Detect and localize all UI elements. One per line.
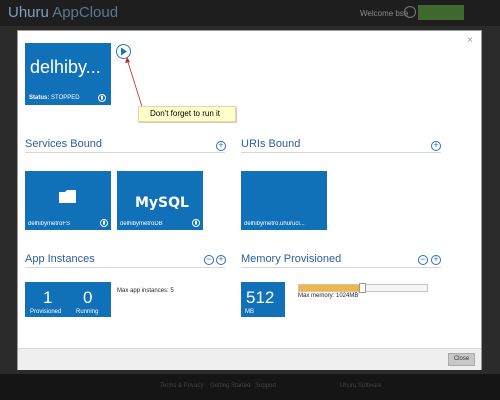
memory-tile: 512 MB	[241, 282, 285, 317]
app-footer: Terms & Privacy Getting Started Support …	[0, 374, 500, 400]
provisioned-label: Provisioned	[30, 309, 62, 315]
footer-link[interactable]: Terms & Privacy	[160, 383, 203, 389]
add-instance-button[interactable]: +	[216, 255, 226, 265]
provisioned-count: 1	[43, 288, 53, 307]
footer-link[interactable]: Uhuru Software	[340, 383, 382, 389]
services-title: Services Bound	[25, 138, 103, 150]
status-label: Status:	[29, 95, 50, 101]
service-label: delhibymetroDB	[120, 221, 163, 227]
delete-app-icon[interactable]: ▮	[98, 94, 106, 102]
add-service-button[interactable]: +	[216, 141, 226, 151]
service-label: delhibymetroFS	[28, 221, 71, 227]
close-icon[interactable]: ×	[467, 36, 473, 46]
uri-label: delhibymetro.uhurucl...	[244, 221, 305, 227]
increase-memory-button[interactable]: +	[431, 255, 441, 265]
instances-tile: 1 Provisioned 0 Running	[25, 282, 111, 317]
add-uri-button[interactable]: +	[431, 141, 441, 151]
brand-name: AppCloud	[52, 4, 119, 21]
welcome-text: Welcome bse	[360, 9, 409, 18]
remove-instance-button[interactable]: −	[204, 255, 214, 265]
instances-title: App Instances	[25, 253, 95, 265]
uri-tile[interactable]: delhibymetro.uhurucl...	[241, 171, 327, 230]
brand-prefix: Uhuru	[8, 4, 49, 21]
status-value: STOPPED	[51, 95, 80, 101]
uris-title: URIs Bound	[241, 138, 301, 150]
footer-link[interactable]: Getting Started	[210, 383, 250, 389]
max-memory-text: Max memory: 1024MB	[298, 293, 359, 299]
max-instances-text: Max app instances: 5	[117, 288, 174, 294]
app-header: Uhuru AppCloud Welcome bse	[0, 0, 500, 26]
folder-icon	[59, 190, 76, 203]
memory-slider-fill	[299, 285, 363, 291]
memory-value: 512	[246, 288, 275, 307]
start-app-button[interactable]	[116, 44, 131, 59]
app-tile[interactable]: delhiby... Status: STOPPED ▮	[25, 43, 111, 105]
mysql-logo: MySQL	[135, 195, 189, 211]
app-details-dialog: × delhiby... Status: STOPPED ▮ Don't for…	[17, 30, 482, 370]
brand-logo[interactable]: Uhuru AppCloud	[8, 4, 118, 21]
decrease-memory-button[interactable]: −	[418, 255, 428, 265]
footer-link[interactable]: Support	[255, 383, 276, 389]
section-divider	[241, 267, 441, 268]
memory-unit: MB	[245, 309, 254, 315]
app-name: delhiby...	[30, 57, 101, 77]
header-button[interactable]	[418, 5, 464, 20]
service-tile[interactable]: delhibymetroFS ▮	[25, 171, 111, 230]
dialog-footer: Close	[18, 348, 481, 370]
memory-title: Memory Provisioned	[241, 253, 342, 265]
running-label: Running	[76, 309, 99, 315]
section-divider	[25, 267, 225, 268]
service-tile[interactable]: MySQL delhibymetroDB ▮	[117, 171, 203, 230]
section-divider	[241, 152, 441, 153]
app-status: Status: STOPPED	[29, 95, 80, 101]
running-count: 0	[83, 288, 93, 307]
memory-slider-handle[interactable]	[359, 283, 366, 293]
gear-icon[interactable]	[404, 6, 416, 18]
play-icon	[121, 47, 127, 56]
run-reminder-callout: Don't forget to run it	[138, 106, 236, 122]
unbind-service-icon[interactable]: ▮	[100, 219, 108, 227]
memory-slider[interactable]	[298, 283, 428, 293]
close-button[interactable]: Close	[448, 353, 475, 366]
unbind-service-icon[interactable]: ▮	[192, 219, 200, 227]
section-divider	[25, 152, 225, 153]
